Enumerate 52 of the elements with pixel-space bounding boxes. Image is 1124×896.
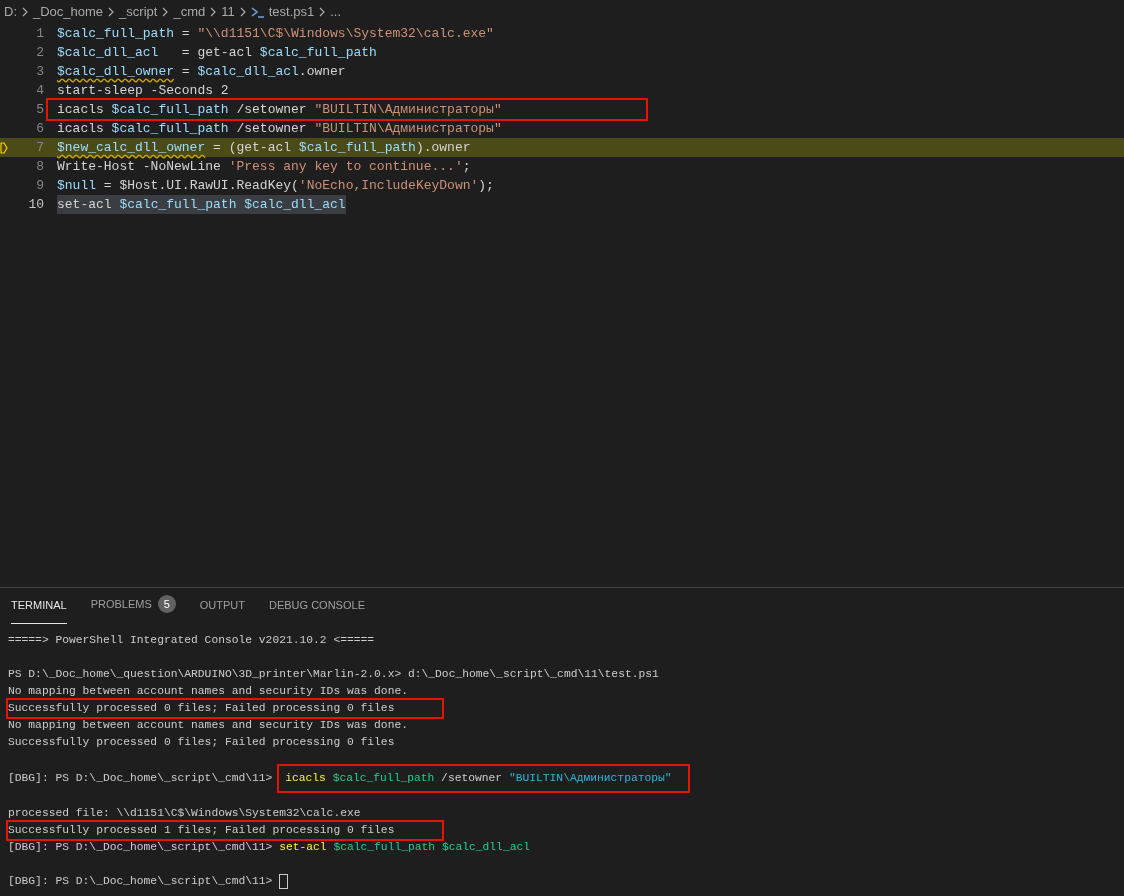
- panel-tab[interactable]: TERMINAL: [11, 596, 67, 624]
- code-text: processed file: \\d1151\C$\Windows\System32\calc.exe: [8, 806, 361, 821]
- annotation-box: Successfully processed 0 files; Failed processing 0 files: [8, 700, 443, 717]
- breadcrumb-item[interactable]: _Doc_home: [33, 2, 104, 22]
- chevron-icon: [318, 7, 327, 17]
- code-text: set-acl $calc_full_path $calc_dll_acl: [57, 195, 346, 214]
- annotation-box: icacls $calc_full_path /setowner "BUILTIN\Администраторы": [48, 100, 646, 119]
- breadcrumb-item[interactable]: 11: [221, 2, 235, 22]
- chevron-icon: [161, 7, 170, 17]
- chevron-icon: [238, 7, 247, 17]
- code-text: $calc_dll_owner = $calc_dll_acl.owner: [57, 63, 346, 81]
- line-number: 9: [36, 176, 44, 195]
- annotation-box: Successfully processed 1 files; Failed processing 0 files: [8, 822, 443, 839]
- breadcrumb-item[interactable]: _cmd: [173, 2, 206, 22]
- line-number: 2: [36, 43, 44, 62]
- count-badge: 5: [157, 595, 176, 613]
- line-number: 4: [36, 81, 44, 100]
- code-text: [DBG]: PS D:\_Doc_home\_script\_cmd\11>: [8, 770, 274, 786]
- line-number: 6: [36, 119, 44, 138]
- text-cursor: [279, 874, 289, 889]
- code-text: start-sleep -Seconds 2: [57, 82, 229, 100]
- code-text: No mapping between account names and security IDs was done.: [8, 684, 408, 699]
- code-text: $calc_dll_acl = get-acl $calc_full_path: [57, 44, 377, 62]
- line-number: 7: [36, 138, 44, 157]
- line-number: 1: [36, 24, 44, 43]
- breadcrumb-item[interactable]: test.ps1: [268, 2, 315, 22]
- code-text: [DBG]: PS D:\_Doc_home\_script\_cmd\11>: [8, 874, 274, 889]
- code-text: icacls $calc_full_path /setowner "BUILTIN\Администраторы": [57, 120, 502, 138]
- code-text: Write-Host -NoNewLine 'Press any key to continue...';: [57, 158, 471, 176]
- line-number: 8: [36, 157, 44, 176]
- code-text: PS D:\_Doc_home\_question\ARDUINO\3D_printer\Marlin-2.0.x> d:\_Doc_home\_script\_cmd\11\test.ps1: [8, 667, 659, 682]
- code-text: =====> PowerShell Integrated Console v2021.10.2 <=====: [8, 633, 375, 648]
- breadcrumb-item[interactable]: D:: [4, 2, 17, 22]
- line-number: 3: [36, 62, 44, 81]
- chevron-icon: [209, 7, 218, 17]
- chevron-icon: [107, 7, 116, 17]
- chevron-icon: [21, 7, 29, 17]
- breadcrumb-more[interactable]: ...: [330, 2, 342, 22]
- code-text: $new_calc_dll_owner = (get-acl $calc_full_path).owner: [57, 139, 471, 157]
- line-number: 10: [28, 195, 44, 214]
- code-text: $calc_full_path = "\\d1151\C$\Windows\System32\calc.exe": [57, 25, 494, 43]
- annotation-box: icacls $calc_full_path /setowner "BUILTIN\Администраторы": [279, 765, 688, 791]
- code-text: Successfully processed 0 files; Failed processing 0 files: [8, 735, 395, 750]
- code-text: [DBG]: PS D:\_Doc_home\_script\_cmd\11> set-acl $calc_full_path $calc_dll_acl: [8, 840, 531, 855]
- code-text: $null = $Host.UI.RawUI.ReadKey('NoEcho,IncludeKeyDown');: [57, 177, 494, 195]
- code-text: No mapping between account names and security IDs was done.: [8, 718, 408, 733]
- panel-tab[interactable]: DEBUG CONSOLE: [269, 596, 365, 624]
- panel-tab[interactable]: OUTPUT: [199, 596, 245, 624]
- terminal-file-icon: [250, 6, 265, 18]
- breadcrumb-item[interactable]: _script: [119, 2, 158, 22]
- line-number: 5: [36, 100, 44, 119]
- panel-tab[interactable]: PROBLEMS 5: [90, 595, 176, 624]
